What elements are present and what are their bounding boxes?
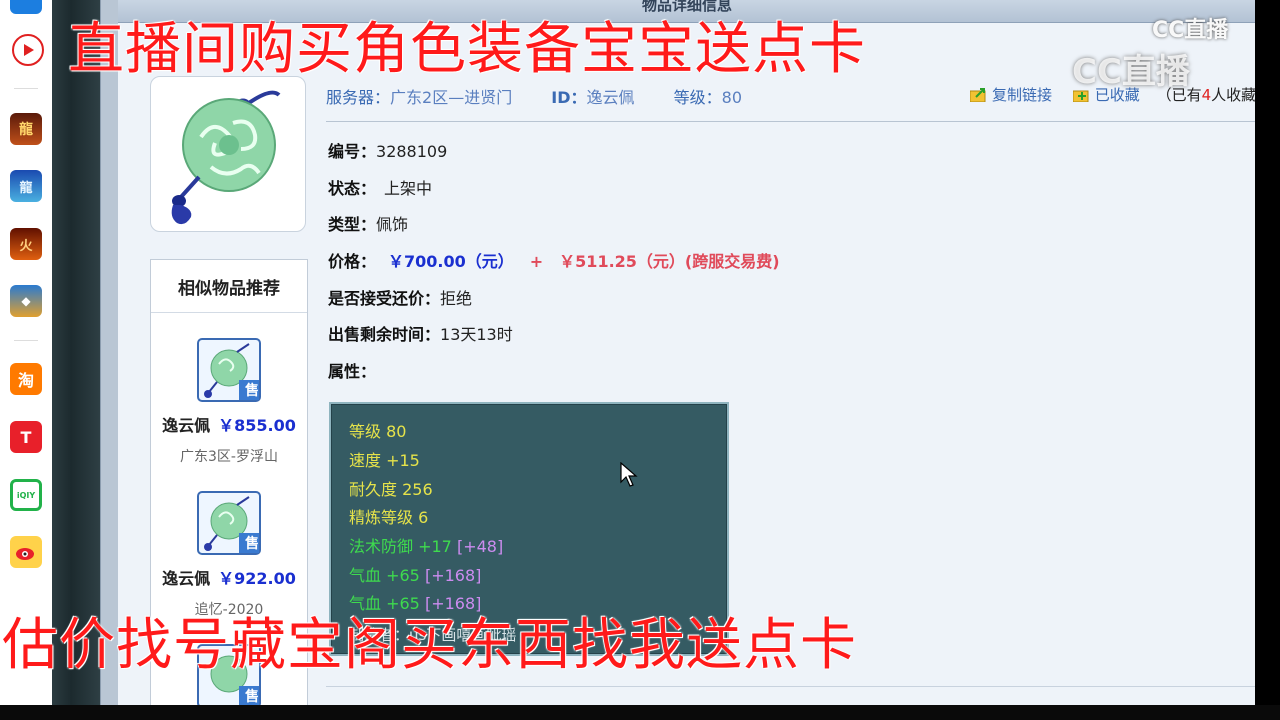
iqiyi-glyph: iQIY bbox=[16, 490, 36, 500]
attr-level: 等级 80 bbox=[349, 422, 407, 441]
remaining-time-value: 13天13时 bbox=[440, 325, 513, 344]
game-icon-3[interactable]: 火 bbox=[10, 228, 42, 260]
price-value: ￥700.00（元） bbox=[388, 252, 514, 271]
iqiyi-icon[interactable]: iQIY bbox=[10, 479, 42, 511]
type-value: 佩饰 bbox=[376, 215, 409, 234]
fav-count: 4 bbox=[1201, 86, 1212, 104]
sale-badge: 售 bbox=[245, 383, 259, 399]
jade-pendant-icon bbox=[171, 90, 281, 225]
attr-durability: 耐久度 256 bbox=[349, 480, 433, 499]
attr-magic-defense-value: 法术防御 +17 bbox=[349, 537, 452, 556]
attr-refine-level: 精炼等级 6 bbox=[349, 508, 429, 527]
attr-hp-bonus: [+168] bbox=[424, 566, 482, 585]
header-divider bbox=[326, 121, 1255, 122]
taobao-icon[interactable]: 淘 bbox=[10, 363, 42, 395]
attr-speed: 速度 +15 bbox=[349, 451, 420, 470]
attributes-row: 属性： bbox=[328, 358, 376, 382]
price-label: 价格： bbox=[328, 252, 377, 271]
type-row: 类型：佩饰 bbox=[328, 211, 408, 235]
similar-items-title: 相似物品推荐 bbox=[151, 260, 307, 313]
sale-badge: 售 bbox=[245, 536, 259, 552]
similar-item-thumb[interactable]: 售 bbox=[197, 491, 261, 555]
taobao-glyph: 淘 bbox=[17, 371, 34, 390]
id-label: ID： bbox=[551, 88, 587, 107]
remaining-time-label: 出售剩余时间： bbox=[328, 325, 441, 344]
copy-link-icon bbox=[969, 88, 988, 103]
similar-item-name-price[interactable]: 逸云佩 ￥922.00 bbox=[151, 565, 307, 589]
similar-item-price: ￥922.00 bbox=[218, 569, 296, 588]
server-value: 广东2区—进贤门 bbox=[390, 88, 513, 107]
remaining-time-row: 出售剩余时间：13天13时 bbox=[328, 321, 513, 345]
level-value: 80 bbox=[721, 88, 743, 107]
content-divider bbox=[326, 686, 1255, 687]
status-label: 状态： bbox=[328, 179, 377, 198]
similar-item-price: ￥855.00 bbox=[218, 416, 296, 435]
attr-hp-value: 气血 +65 bbox=[349, 566, 420, 585]
bottom-edge bbox=[0, 705, 1280, 720]
similar-item-thumb[interactable]: 售 bbox=[197, 338, 261, 402]
number-label: 编号： bbox=[328, 142, 377, 161]
toutiao-icon[interactable]: T bbox=[10, 421, 42, 453]
toutiao-glyph: T bbox=[20, 427, 32, 447]
status-value: 上架中 bbox=[384, 179, 433, 198]
mouse-cursor-icon bbox=[620, 462, 638, 487]
number-value: 3288109 bbox=[376, 142, 448, 161]
stream-caption-bottom: 估价找号藏宝阁买东西找我送点卡 bbox=[2, 613, 857, 678]
sale-badge: 售 bbox=[245, 689, 259, 705]
copy-link-button[interactable]: 复制链接 bbox=[992, 86, 1052, 104]
weibo-icon[interactable] bbox=[10, 536, 42, 568]
item-image-card bbox=[150, 76, 306, 232]
item-header: 服务器：广东2区—进贤门 ID：逸云佩 等级：80 bbox=[326, 84, 742, 108]
price-plus: + bbox=[529, 252, 544, 271]
video-player-icon[interactable] bbox=[12, 34, 44, 66]
cross-server-fee: ￥511.25（元）(跨服交易费) bbox=[559, 252, 780, 271]
counter-offer-row: 是否接受还价：拒绝 bbox=[328, 285, 472, 309]
game-icon-2[interactable]: 龍 bbox=[10, 170, 42, 202]
similar-item-name[interactable]: 逸云佩 bbox=[162, 416, 210, 435]
type-label: 类型： bbox=[328, 215, 377, 234]
counter-offer-value: 拒绝 bbox=[440, 289, 473, 308]
item-number-row: 编号：3288109 bbox=[328, 138, 447, 162]
server-label: 服务器： bbox=[326, 88, 391, 107]
fav-count-suffix: 人收藏 bbox=[1211, 86, 1255, 104]
cc-live-watermark-large: CC直播 bbox=[1072, 52, 1190, 92]
cc-live-watermark-small: CC直播 bbox=[1152, 18, 1229, 43]
game-icon-1[interactable]: 龍 bbox=[10, 113, 42, 145]
right-edge bbox=[1255, 0, 1280, 720]
attributes-label: 属性： bbox=[328, 362, 377, 381]
id-value: 逸云佩 bbox=[586, 88, 635, 107]
level-label: 等级： bbox=[673, 88, 722, 107]
price-row: 价格： ￥700.00（元） + ￥511.25（元）(跨服交易费) bbox=[328, 248, 780, 272]
counter-offer-label: 是否接受还价： bbox=[328, 289, 441, 308]
similar-item-name[interactable]: 逸云佩 bbox=[162, 569, 210, 588]
attr-magic-defense-bonus: [+48] bbox=[456, 537, 504, 556]
attr-magic-defense: 法术防御 +17 [+48] bbox=[349, 533, 503, 557]
game-icon-4[interactable]: ◆ bbox=[10, 285, 42, 317]
status-row: 状态： 上架中 bbox=[328, 175, 432, 199]
attr-hp-1: 气血 +65 [+168] bbox=[349, 562, 481, 586]
app-icon-top[interactable] bbox=[10, 0, 42, 14]
similar-item-server: 广东3区-罗浮山 bbox=[180, 449, 278, 465]
similar-item-name-price[interactable]: 逸云佩 ￥855.00 bbox=[151, 412, 307, 436]
stream-caption-top: 直播间购买角色装备宝宝送点卡 bbox=[68, 17, 866, 82]
